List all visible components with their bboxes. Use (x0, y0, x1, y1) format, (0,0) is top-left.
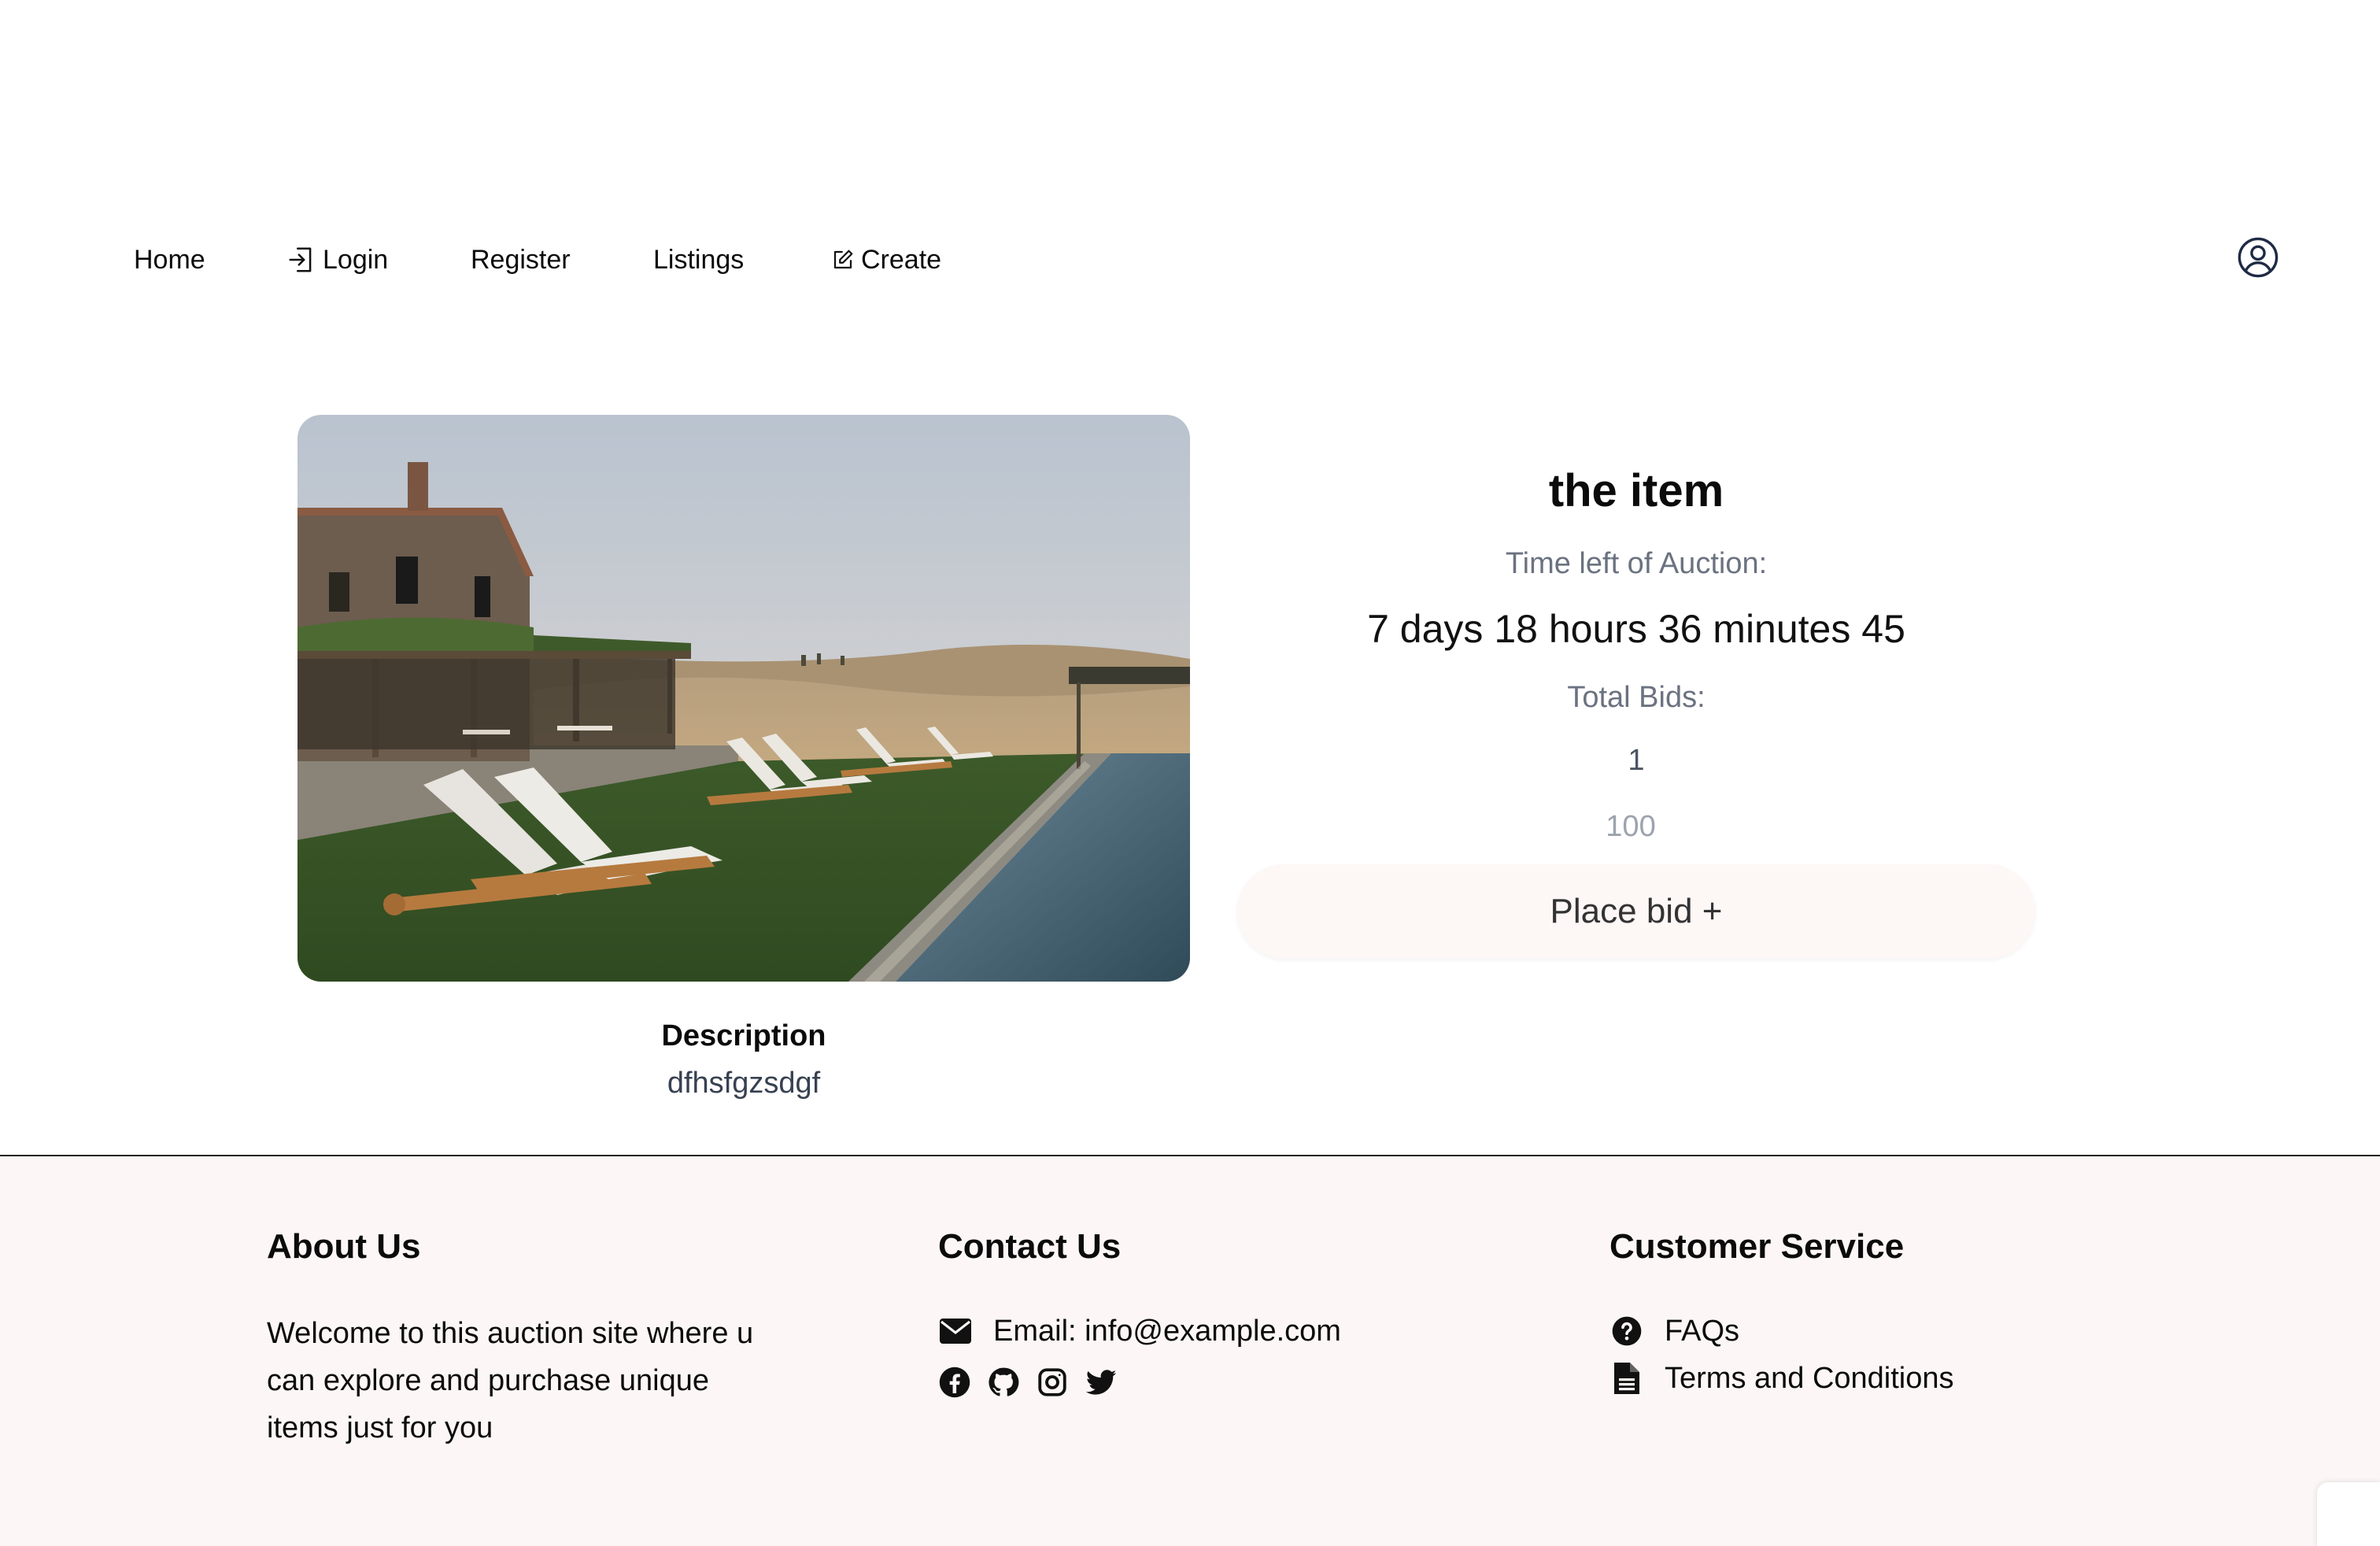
footer: About Us Welcome to this auction site wh… (0, 1155, 2380, 1546)
question-circle-icon (1609, 1314, 1644, 1348)
nav-login-label: Login (323, 244, 389, 275)
terms-label: Terms and Conditions (1665, 1361, 1954, 1395)
place-bid-button[interactable]: Place bid + (1237, 864, 2035, 959)
contact-heading: Contact Us (938, 1227, 1122, 1266)
nav-create-label: Create (861, 244, 942, 275)
item-title: the item (1548, 465, 1724, 516)
total-bids-value: 1 (1628, 744, 1645, 777)
file-document-icon (1609, 1361, 1644, 1396)
bid-amount-input[interactable] (1237, 803, 2035, 850)
twitter-icon[interactable] (1085, 1366, 1118, 1399)
listing-image (298, 415, 1190, 982)
edit-icon (831, 248, 855, 272)
login-icon (286, 245, 316, 275)
nav-listings-link[interactable]: Listings (653, 228, 744, 291)
terms-link[interactable]: Terms and Conditions (1609, 1361, 1954, 1396)
customer-service-heading: Customer Service (1609, 1227, 1905, 1266)
envelope-icon (938, 1314, 973, 1348)
contact-email-text: Email: info@example.com (993, 1314, 1341, 1348)
time-left-value: 7 days 18 hours 36 minutes 45 (1367, 607, 1905, 651)
nav-listings-label: Listings (653, 244, 745, 275)
user-account-icon[interactable] (2237, 236, 2279, 279)
github-icon[interactable] (987, 1366, 1020, 1399)
instagram-icon[interactable] (1036, 1366, 1069, 1399)
nav-register-link[interactable]: Register (471, 228, 571, 291)
nav-home-link[interactable]: Home (134, 228, 205, 291)
about-text: Welcome to this auction site where u can… (267, 1317, 754, 1444)
nav-login-link[interactable]: Login (286, 228, 388, 291)
social-links (938, 1366, 1118, 1399)
nav-create-link[interactable]: Create (831, 228, 941, 291)
top-nav: Home Login Register Listings Create (0, 228, 2380, 291)
corner-widget[interactable] (2317, 1482, 2380, 1546)
contact-email-row[interactable]: Email: info@example.com (938, 1314, 1341, 1348)
description-text: dfhsfgzsdgf (667, 1067, 821, 1100)
nav-register-label: Register (471, 244, 571, 275)
faqs-label: FAQs (1665, 1314, 1740, 1348)
total-bids-label: Total Bids: (1567, 681, 1706, 714)
faqs-link[interactable]: FAQs (1609, 1314, 1739, 1348)
time-left-label: Time left of Auction: (1505, 547, 1768, 580)
nav-home-label: Home (134, 244, 205, 275)
about-heading: About Us (267, 1227, 421, 1266)
description-heading: Description (661, 1019, 826, 1052)
facebook-icon[interactable] (938, 1366, 971, 1399)
